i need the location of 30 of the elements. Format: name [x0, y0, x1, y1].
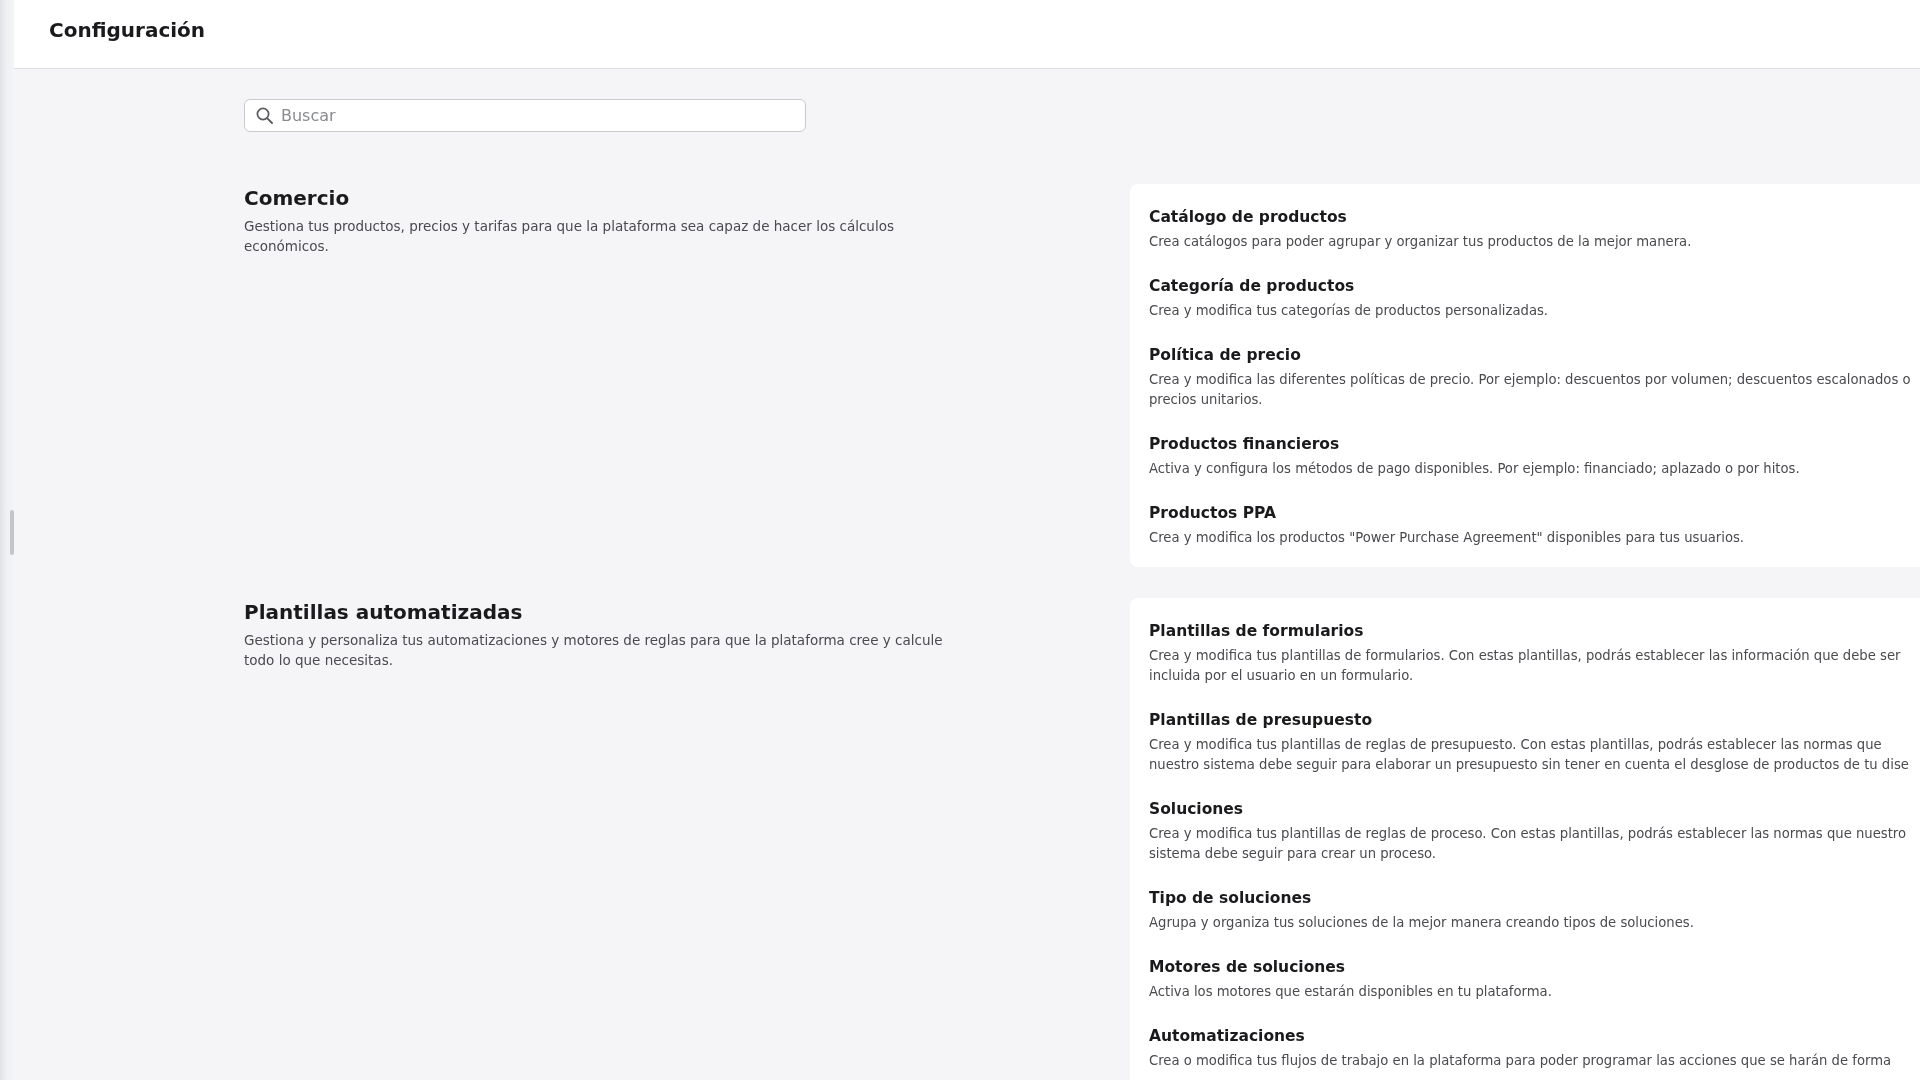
resize-handle[interactable]	[10, 509, 14, 555]
setting-link[interactable]: Plantillas de presupuesto	[1149, 708, 1373, 732]
page-title: Configuración	[49, 18, 206, 42]
setting-description: Crea y modifica los productos "Power Purchase Agreement" disponibles para tus usuarios.	[1149, 529, 1746, 547]
setting-link[interactable]: Soluciones	[1149, 797, 1244, 821]
section-title: Comercio	[244, 185, 351, 212]
setting-description: Activa y configura los métodos de pago disponibles. Por ejemplo: financiado; aplazado o por hitos.	[1149, 460, 1801, 478]
setting-description: Crea y modifica tus plantillas de reglas de presupuesto. Con estas plantillas, podrás establecer las normas que nuestro sistema debe seguir para elaborar un presupuesto sin tener en cuenta el desglose de productos de tu dise	[1149, 736, 1910, 774]
section-description: Gestiona tus productos, precios y tarifas para que la plataforma sea capaz de hacer los cálculos económicos.	[244, 217, 895, 256]
setting-link[interactable]: Productos financieros	[1149, 432, 1340, 456]
setting-link[interactable]: Tipo de soluciones	[1149, 886, 1312, 910]
setting-description: Crea y modifica tus plantillas de formularios. Con estas plantillas, podrás establecer las información que debe ser incluida por el usuario en un formulario.	[1149, 647, 1902, 685]
setting-link[interactable]: Política de precio	[1149, 343, 1301, 367]
setting-link[interactable]: Productos PPA	[1149, 501, 1276, 525]
setting-link[interactable]: Motores de soluciones	[1149, 955, 1346, 979]
setting-link[interactable]: Plantillas de formularios	[1149, 619, 1364, 643]
setting-link[interactable]: Catálogo de productos	[1149, 205, 1347, 229]
setting-link[interactable]: Categoría de productos	[1149, 274, 1355, 298]
setting-description: Crea y modifica las diferentes políticas de precio. Por ejemplo: descuentos por volumen; descuentos escalonados o precios unitarios.	[1149, 371, 1912, 409]
setting-link[interactable]: Automatizaciones	[1149, 1024, 1305, 1048]
setting-description: Crea o modifica tus flujos de trabajo en la plataforma para poder programar las acciones que se harán de forma	[1149, 1052, 1893, 1070]
search-icon	[256, 107, 273, 124]
search-field[interactable]: Buscar	[244, 99, 806, 132]
section-title: Plantillas automatizadas	[244, 599, 524, 626]
setting-description: Activa los motores que estarán disponibles en tu plataforma.	[1149, 983, 1553, 1001]
section-description: Gestiona y personaliza tus automatizaciones y motores de reglas para que la plataforma cree y calcule todo lo que necesitas.	[244, 631, 944, 670]
setting-description: Crea catálogos para poder agrupar y organizar tus productos de la mejor manera.	[1149, 233, 1693, 251]
setting-description: Agrupa y organiza tus soluciones de la mejor manera creando tipos de soluciones.	[1149, 914, 1695, 932]
setting-description: Crea y modifica tus plantillas de reglas de proceso. Con estas plantillas, podrás establecer las normas que nuestro sistema debe seguir para crear un proceso.	[1149, 825, 1908, 863]
setting-description: Crea y modifica tus categorías de productos personalizadas.	[1149, 302, 1550, 320]
